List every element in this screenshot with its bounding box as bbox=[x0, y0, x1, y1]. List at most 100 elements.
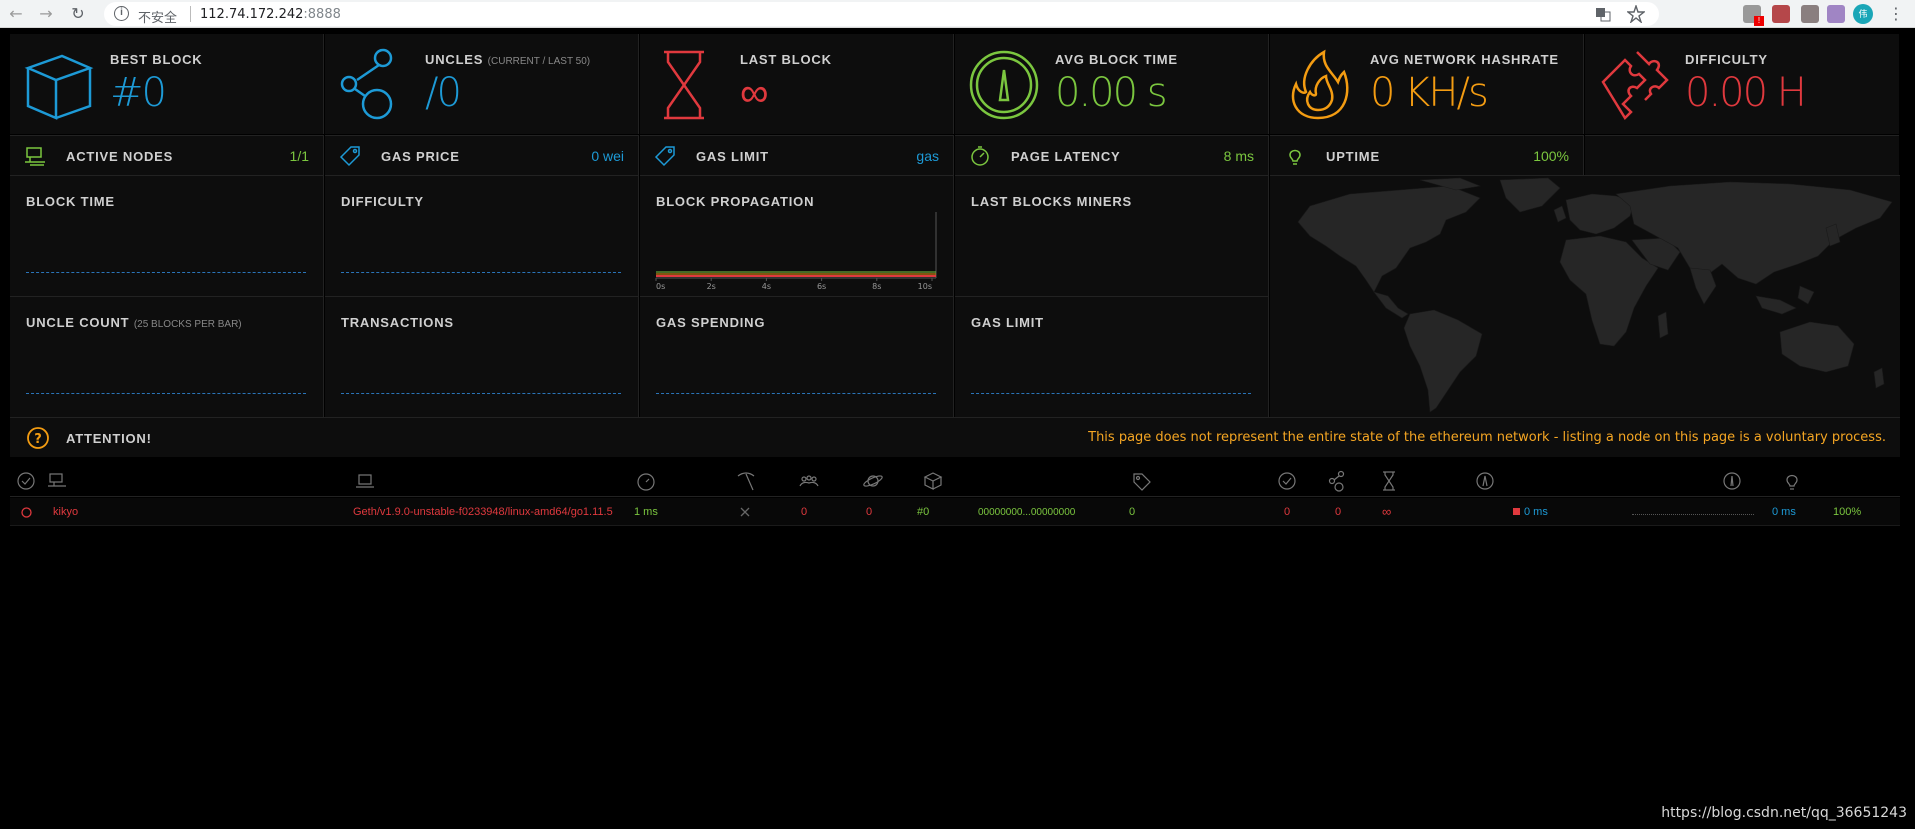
pin-icon[interactable] bbox=[21, 507, 32, 518]
pdf-extension-icon[interactable] bbox=[1827, 5, 1845, 23]
bulb-icon[interactable] bbox=[1781, 470, 1803, 492]
node-pending: 0 bbox=[866, 506, 873, 518]
stat-active-nodes: ACTIVE NODES 1/1 bbox=[10, 135, 324, 175]
bookmark-star-icon[interactable] bbox=[1627, 5, 1645, 23]
security-label: 不安全 bbox=[138, 11, 178, 26]
node-propagation: 0 ms bbox=[1524, 506, 1548, 518]
pickaxe-icon[interactable] bbox=[735, 470, 757, 492]
propagation-history bbox=[1632, 514, 1754, 515]
gauge-icon bbox=[969, 50, 1039, 120]
gauge-icon[interactable] bbox=[1721, 470, 1743, 492]
stat-value: 0 wei bbox=[591, 148, 624, 164]
forward-icon[interactable]: → bbox=[36, 4, 56, 24]
avatar[interactable]: 伟 bbox=[1853, 4, 1873, 24]
cube-icon bbox=[24, 54, 94, 120]
stat-difficulty: DIFFICULTY 0.00 H bbox=[1585, 34, 1899, 134]
extension-icon[interactable]: ! bbox=[1743, 5, 1764, 26]
tag-icon[interactable] bbox=[1130, 470, 1152, 492]
svg-text:?: ? bbox=[34, 432, 42, 447]
timer-icon bbox=[971, 146, 989, 166]
pdf-extension-icon[interactable] bbox=[1772, 5, 1790, 23]
tick-label: 0s bbox=[656, 282, 665, 291]
uncles-icon bbox=[340, 48, 393, 120]
menu-icon[interactable]: ⋮ bbox=[1886, 4, 1906, 24]
tick-label: 2s bbox=[707, 282, 716, 291]
stat-value: 1/1 bbox=[289, 148, 309, 164]
stat-last-block: LAST BLOCK ∞ bbox=[640, 34, 954, 134]
tag-icon bbox=[339, 146, 360, 167]
node-latency: 1 ms bbox=[634, 506, 658, 518]
url-port: :8888 bbox=[303, 7, 341, 22]
chart-uncle-count: UNCLE COUNT (25 BLOCKS PER BAR) bbox=[10, 296, 324, 417]
stat-label: LAST BLOCK bbox=[740, 52, 832, 67]
info-icon[interactable]: i bbox=[114, 6, 129, 21]
node-block-hash: 00000000...00000000 bbox=[978, 507, 1076, 518]
reload-icon[interactable]: ↻ bbox=[68, 4, 88, 24]
chart-baseline bbox=[971, 393, 1251, 394]
stat-value: 100% bbox=[1533, 148, 1569, 164]
browser-toolbar: ← → ↻ i 不安全 112.74.172.242:8888 ! 伟 ⋮ bbox=[0, 0, 1915, 28]
divider bbox=[190, 6, 191, 22]
tick-label: 10s bbox=[918, 282, 932, 291]
stat-page-latency: PAGE LATENCY 8 ms bbox=[955, 135, 1269, 175]
planet-icon[interactable] bbox=[862, 470, 884, 492]
attention-label: ATTENTION! bbox=[66, 431, 152, 446]
node-icon[interactable] bbox=[46, 470, 68, 492]
nodes-icon bbox=[25, 147, 45, 166]
chart-baseline bbox=[26, 272, 306, 273]
table-row[interactable]: kikyo Geth/v1.9.0-unstable-f0233948/linu… bbox=[10, 498, 1900, 526]
stat-label: GAS PRICE bbox=[381, 149, 460, 164]
node-transactions: 0 bbox=[1284, 506, 1291, 518]
stat-label: GAS LIMIT bbox=[696, 149, 769, 164]
node-name: kikyo bbox=[53, 506, 79, 518]
chart-baseline bbox=[341, 272, 621, 273]
warning-icon: ? bbox=[27, 427, 49, 449]
node-uptime: 100% bbox=[1833, 506, 1862, 518]
propagation-chart: 0s 2s 4s 6s 8s 10s bbox=[655, 212, 937, 291]
chart-label: LAST BLOCKS MINERS bbox=[971, 194, 1133, 209]
address-bar[interactable]: i 不安全 112.74.172.242:8888 bbox=[104, 2, 1659, 26]
chart-transactions: TRANSACTIONS bbox=[325, 296, 639, 417]
translate-icon[interactable] bbox=[1595, 6, 1611, 22]
empty-cell bbox=[1585, 135, 1899, 175]
stat-uptime: UPTIME 100% bbox=[1270, 135, 1584, 175]
tag-icon bbox=[654, 146, 675, 167]
timer-icon[interactable] bbox=[635, 470, 657, 492]
chart-block-propagation: BLOCK PROPAGATION 0s 2s 4s 6s 8s 10s bbox=[640, 175, 954, 296]
chart-label: GAS LIMIT bbox=[971, 315, 1044, 330]
stat-gas-limit: GAS LIMIT gas bbox=[640, 135, 954, 175]
url-text[interactable]: 112.74.172.242:8888 bbox=[200, 7, 341, 22]
small-stats-row: ACTIVE NODES 1/1 GAS PRICE 0 wei GAS LIM… bbox=[10, 135, 1900, 175]
back-icon[interactable]: ← bbox=[6, 4, 26, 24]
stat-value: ∞ bbox=[740, 70, 768, 116]
propagation-icon[interactable] bbox=[1474, 470, 1496, 492]
node-uncles: 0 bbox=[1335, 506, 1342, 518]
chart-baseline bbox=[26, 393, 306, 394]
hourglass-icon bbox=[664, 50, 704, 120]
check-circle-icon[interactable] bbox=[15, 470, 37, 492]
stat-value: 0 KH/s bbox=[1370, 70, 1489, 116]
bulb-icon bbox=[1289, 149, 1301, 165]
hourglass-icon[interactable] bbox=[1378, 470, 1400, 492]
propagation-indicator bbox=[1513, 508, 1520, 515]
chart-gas-limit: GAS LIMIT bbox=[955, 296, 1269, 417]
extension-icon[interactable] bbox=[1801, 5, 1819, 23]
node-last-block: ∞ bbox=[1382, 504, 1392, 519]
chart-block-time: BLOCK TIME bbox=[10, 175, 324, 296]
cube-icon[interactable] bbox=[922, 470, 944, 492]
attention-message: This page does not represent the entire … bbox=[1088, 430, 1886, 445]
stat-best-block: BEST BLOCK #0 bbox=[10, 34, 324, 134]
nodes-table-header bbox=[10, 463, 1900, 497]
peers-icon[interactable] bbox=[798, 470, 820, 492]
url-host: 112.74.172.242 bbox=[200, 7, 304, 22]
chart-baseline bbox=[341, 393, 621, 394]
stat-value: gas bbox=[916, 148, 939, 164]
chart-label: BLOCK TIME bbox=[26, 194, 115, 209]
laptop-icon[interactable] bbox=[354, 470, 376, 492]
stat-value: 0.00 s bbox=[1055, 70, 1168, 116]
watermark: https://blog.csdn.net/qq_36651243 bbox=[1661, 805, 1907, 821]
node-peers: 0 bbox=[801, 506, 808, 518]
check-circle-icon[interactable] bbox=[1276, 470, 1298, 492]
stat-uncles: UNCLES (CURRENT / LAST 50) /0 bbox=[325, 34, 639, 134]
uncles-icon[interactable] bbox=[1327, 470, 1349, 492]
